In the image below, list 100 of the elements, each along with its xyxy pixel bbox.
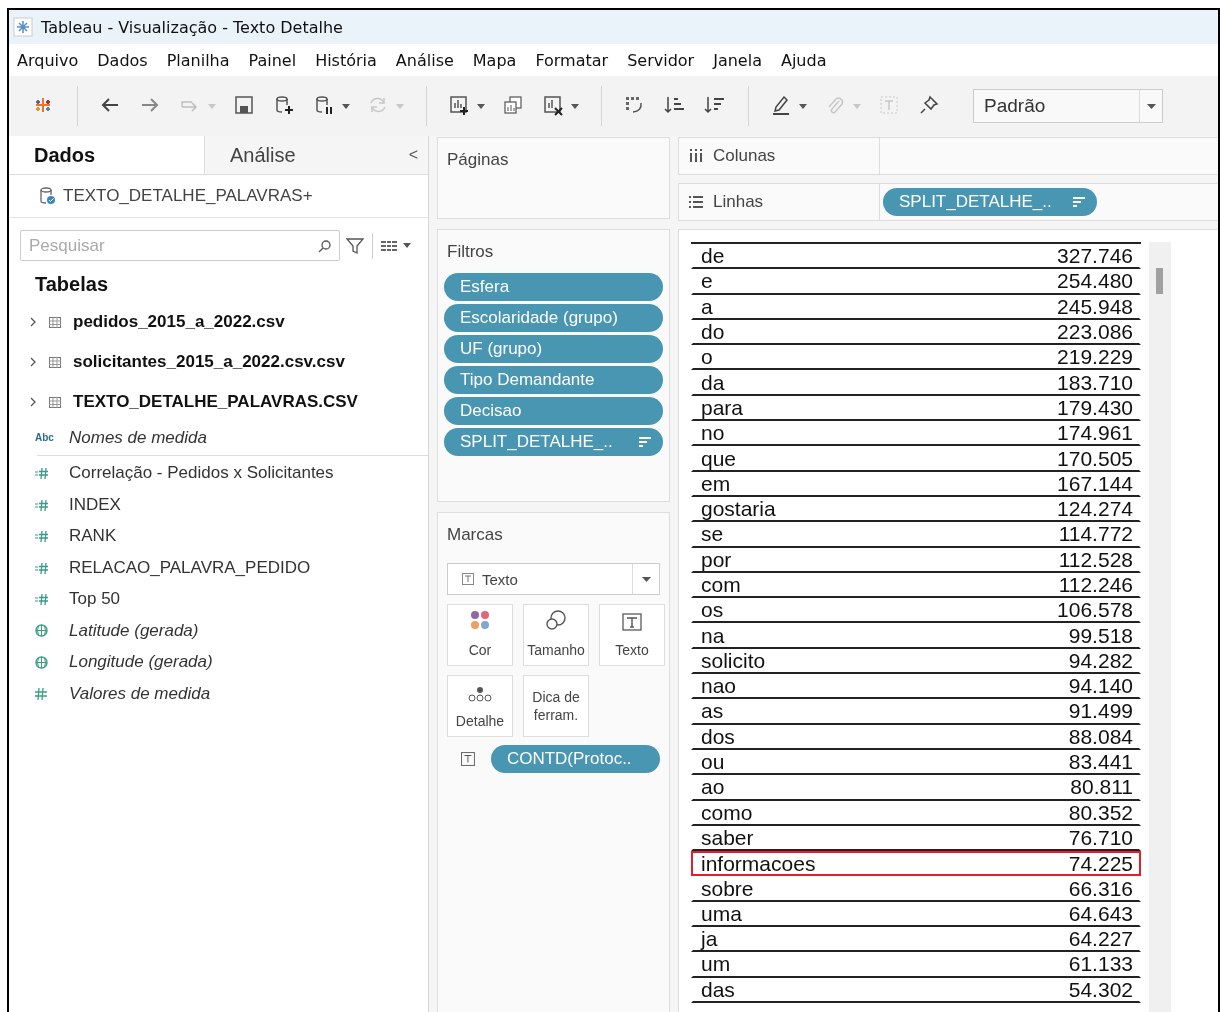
field-name[interactable]: Valores de medida bbox=[69, 683, 211, 704]
search-field[interactable]: Pesquisar bbox=[20, 230, 340, 261]
dropdown-arrow-icon bbox=[641, 576, 651, 582]
mark-card[interactable]: Texto bbox=[599, 604, 665, 666]
field-name[interactable]: Top 50 bbox=[69, 589, 121, 610]
save-icon bbox=[234, 95, 256, 117]
dropdown-arrow-icon bbox=[1146, 103, 1156, 109]
table-cell: 61.133 bbox=[1068, 953, 1133, 975]
calculated-measure-icon bbox=[35, 467, 51, 480]
shelf-label: Colunas bbox=[679, 138, 880, 174]
table-cell: 94.140 bbox=[1068, 675, 1133, 697]
table-cell: das bbox=[701, 978, 735, 1000]
table-cell: as bbox=[701, 700, 724, 722]
dropdown-arrow-icon[interactable] bbox=[403, 243, 411, 248]
duplicate-chart-icon bbox=[503, 95, 525, 117]
text-mark-icon bbox=[461, 752, 475, 766]
table-cell: ja bbox=[701, 928, 718, 950]
menu-item[interactable]: Formatar bbox=[535, 50, 609, 70]
menu-item[interactable]: Análise bbox=[395, 50, 454, 70]
table-cell: 64.227 bbox=[1068, 928, 1133, 950]
table-cell: o bbox=[701, 346, 713, 368]
table-cell: 66.316 bbox=[1068, 877, 1133, 899]
menu-item[interactable]: Painel bbox=[248, 50, 297, 70]
database-add-icon bbox=[274, 95, 296, 117]
mark-card[interactable]: Detalhe bbox=[447, 675, 513, 737]
table-cell: 106.578 bbox=[1057, 599, 1133, 621]
columns-icon bbox=[689, 149, 703, 163]
table-cell: sobre bbox=[701, 877, 754, 899]
table-cell: 112.528 bbox=[1058, 548, 1133, 570]
table-cell: 245.948 bbox=[1057, 295, 1133, 317]
table-cell: dos bbox=[701, 725, 735, 747]
menu-item[interactable]: Ajuda bbox=[780, 50, 827, 70]
menu-item[interactable]: Servidor bbox=[627, 50, 695, 70]
field-name[interactable]: INDEX bbox=[69, 494, 121, 515]
database-check-icon bbox=[39, 186, 57, 206]
table-cell: 99.518 bbox=[1068, 624, 1133, 646]
filter-icon[interactable] bbox=[346, 236, 364, 255]
menu-item[interactable]: Mapa bbox=[472, 50, 517, 70]
table-cell: 327.746 bbox=[1057, 245, 1133, 267]
shelf-label: Linhas bbox=[679, 184, 880, 220]
field-name[interactable]: RANK bbox=[69, 526, 117, 547]
size-circles-icon bbox=[545, 608, 567, 631]
table-cell: no bbox=[701, 422, 725, 444]
clear-chart-icon bbox=[543, 95, 565, 117]
mark-card[interactable]: Tamanho bbox=[523, 604, 589, 666]
fit-dropdown[interactable]: Padrão bbox=[973, 89, 1163, 123]
snowflake-icon bbox=[13, 17, 33, 37]
table-cell: como bbox=[701, 801, 753, 823]
dropdown-arrow-icon bbox=[799, 103, 807, 109]
rows-icon bbox=[689, 195, 703, 209]
table-name[interactable]: pedidos_2015_a_2022.csv bbox=[73, 312, 285, 332]
table-cell: da bbox=[701, 371, 725, 393]
table-name[interactable]: solicitantes_2015_a_2022.csv.csv bbox=[73, 352, 345, 372]
table-cell: uma bbox=[701, 902, 742, 924]
field-name[interactable]: Latitude (gerada) bbox=[69, 620, 199, 641]
new-chart-icon bbox=[449, 95, 471, 117]
field-name[interactable]: Correlação - Pedidos x Solicitantes bbox=[69, 463, 334, 484]
table-cell: 88.084 bbox=[1068, 725, 1133, 747]
datasource-name[interactable]: TEXTO_DETALHE_PALAVRAS+ bbox=[63, 186, 313, 206]
table-cell: 114.772 bbox=[1058, 523, 1133, 545]
table-cell: 80.352 bbox=[1068, 801, 1133, 823]
table-cell: de bbox=[701, 245, 725, 267]
table-icon bbox=[49, 396, 61, 408]
sort-icon bbox=[1073, 196, 1085, 208]
table-cell: 83.441 bbox=[1068, 751, 1133, 773]
table-cell: em bbox=[701, 472, 731, 494]
mark-card[interactable]: Cor bbox=[447, 604, 513, 666]
table-cell: 174.961 bbox=[1057, 422, 1133, 444]
calculated-measure-icon bbox=[35, 498, 51, 511]
table-cell: os bbox=[701, 599, 724, 621]
dropdown-arrow-icon bbox=[396, 103, 404, 109]
menu-item[interactable]: Arquivo bbox=[17, 50, 79, 70]
menu-item[interactable]: Janela bbox=[713, 50, 762, 70]
color-dots-icon bbox=[469, 608, 491, 631]
field-name[interactable]: Nomes de medida bbox=[69, 427, 207, 448]
view-list-icon[interactable] bbox=[381, 239, 397, 252]
field-name[interactable]: Longitude (gerada) bbox=[69, 652, 213, 673]
mark-type-dropdown[interactable]: Texto bbox=[447, 563, 660, 595]
detail-dots-icon bbox=[468, 685, 492, 702]
collapse-button[interactable]: < bbox=[408, 136, 428, 174]
mark-card[interactable]: Dica de ferram. bbox=[523, 675, 589, 737]
menu-item[interactable]: Dados bbox=[97, 50, 148, 70]
dropdown-arrow-icon bbox=[853, 103, 861, 109]
table-cell: 254.480 bbox=[1057, 270, 1133, 292]
table-cell: se bbox=[701, 523, 724, 545]
sort-icon bbox=[639, 436, 651, 448]
card-title: Marcas bbox=[447, 524, 504, 546]
field-name[interactable]: RELACAO_PALAVRA_PEDIDO bbox=[69, 557, 311, 578]
calculated-measure-icon bbox=[35, 561, 51, 574]
section-heading: Tabelas bbox=[34, 272, 109, 297]
scrollbar[interactable] bbox=[1149, 242, 1171, 1012]
pane-tab[interactable]: Dados bbox=[9, 136, 204, 174]
table-cell: 223.086 bbox=[1057, 321, 1133, 343]
scrollbar-thumb[interactable] bbox=[1156, 268, 1163, 294]
table-cell: que bbox=[701, 447, 737, 469]
dropdown-arrow-icon bbox=[571, 103, 579, 109]
table-name[interactable]: TEXTO_DETALHE_PALAVRAS.CSV bbox=[73, 392, 358, 412]
menu-item[interactable]: Planilha bbox=[166, 50, 230, 70]
menu-item[interactable]: História bbox=[315, 50, 377, 70]
card-title: Páginas bbox=[446, 149, 510, 171]
